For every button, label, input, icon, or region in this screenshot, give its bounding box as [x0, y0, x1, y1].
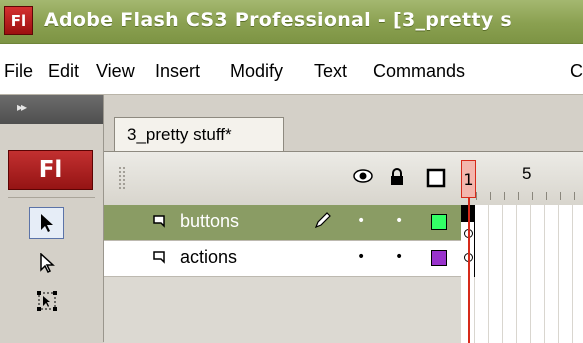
layer-icon [152, 214, 168, 232]
menu-view[interactable]: View [96, 61, 135, 82]
menu-bar: File Edit View Insert Modify Text Comman… [0, 44, 583, 95]
title-bar: Fl Adobe Flash CS3 Professional - [3_pre… [0, 0, 583, 44]
lock-dot[interactable]: • [395, 213, 403, 229]
outline-icon[interactable] [426, 168, 446, 193]
menu-commands[interactable]: Commands [373, 61, 465, 82]
menu-edit[interactable]: Edit [48, 61, 79, 82]
menu-control[interactable]: C [570, 61, 583, 82]
selection-arrow-icon [40, 214, 53, 232]
layer-label-area[interactable]: actions • • [104, 241, 461, 277]
timeline-panel: 1 5 buttons • • actions • • [104, 151, 583, 343]
menu-text[interactable]: Text [314, 61, 347, 82]
window-title: Adobe Flash CS3 Professional - [3_pretty… [44, 9, 513, 31]
layer-icon [152, 250, 168, 268]
subselection-tool-button[interactable] [29, 247, 64, 279]
lock-dot[interactable]: • [395, 249, 403, 265]
layer-row-actions[interactable]: actions • • [104, 241, 583, 277]
panel-grip-icon[interactable] [118, 166, 126, 190]
playhead[interactable]: 1 [461, 160, 476, 198]
ruler-ticks [476, 192, 583, 200]
menu-insert[interactable]: Insert [155, 61, 200, 82]
menu-modify[interactable]: Modify [230, 61, 283, 82]
layer-name[interactable]: actions [180, 247, 237, 268]
tools-divider [8, 197, 95, 198]
lock-icon[interactable] [389, 168, 405, 191]
eye-icon[interactable] [353, 168, 373, 188]
tools-panel-header[interactable]: ▸▸ [0, 95, 103, 124]
free-transform-tool-button[interactable] [29, 285, 64, 317]
tools-panel: ▸▸ Fl [0, 95, 104, 342]
free-transform-icon [36, 291, 57, 311]
selection-tool-button[interactable] [29, 207, 64, 239]
layer-name[interactable]: buttons [180, 211, 239, 232]
flash-app-icon: Fl [4, 6, 33, 35]
layer-row-buttons[interactable]: buttons • • [104, 205, 583, 241]
timeline-header: 1 5 [104, 152, 583, 206]
visibility-dot[interactable]: • [357, 249, 365, 265]
subselection-arrow-icon [39, 253, 55, 273]
ruler-frame-5: 5 [522, 164, 532, 183]
menu-file[interactable]: File [4, 61, 33, 82]
layer-label-area[interactable]: buttons • • [104, 205, 461, 241]
visibility-dot[interactable]: • [357, 213, 365, 229]
current-frame-number: 1 [463, 169, 474, 189]
layer-color-swatch[interactable] [431, 250, 447, 266]
playhead-line [468, 198, 470, 343]
layer-color-swatch[interactable] [431, 214, 447, 230]
flash-logo: Fl [8, 150, 93, 190]
document-tab[interactable]: 3_pretty stuff* [114, 117, 284, 151]
pencil-icon [314, 211, 332, 233]
collapse-arrows-icon[interactable]: ▸▸ [17, 100, 27, 114]
document-area: 3_pretty stuff* 1 5 buttons • • actions … [104, 95, 583, 343]
